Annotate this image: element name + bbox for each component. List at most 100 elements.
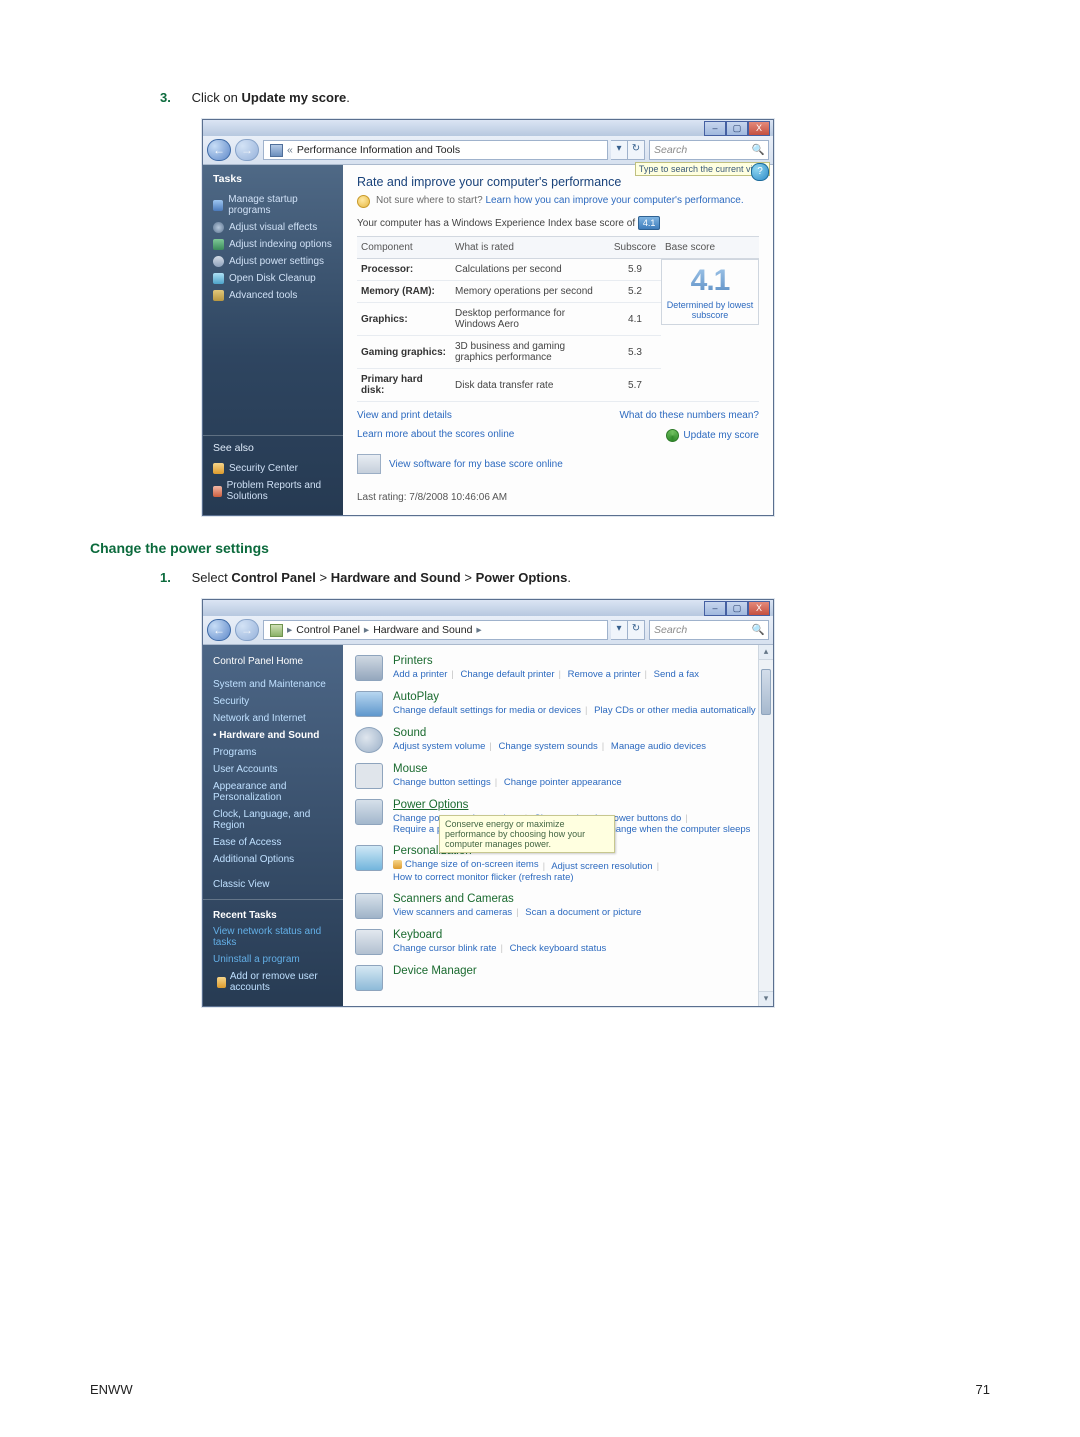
row-gaming-score: 5.3: [609, 336, 661, 369]
location-icon: [270, 144, 283, 157]
cat-mouse-title[interactable]: Mouse: [393, 763, 763, 775]
breadcrumb-dropdown[interactable]: ▾: [611, 620, 628, 640]
footer-page-number: 71: [976, 1382, 990, 1397]
nav-classic-view[interactable]: Classic View: [213, 879, 335, 890]
printers-default[interactable]: Change default printer: [461, 669, 555, 680]
personal-size-items[interactable]: Change size of on-screen items: [393, 859, 539, 870]
cat-sound-title[interactable]: Sound: [393, 727, 763, 739]
link-learn-more-online[interactable]: Learn more about the scores online: [357, 429, 514, 442]
tools-icon: [213, 290, 224, 301]
search-input[interactable]: Search 🔍 Type to search the current view…: [649, 140, 769, 160]
close-button[interactable]: X: [748, 601, 770, 616]
keyboard-blink[interactable]: Change cursor blink rate: [393, 943, 497, 954]
see-also-problem-reports[interactable]: Problem Reports and Solutions: [213, 480, 335, 502]
nav-appearance[interactable]: Appearance and Personalization: [213, 781, 335, 803]
scroll-down-arrow[interactable]: ▾: [759, 991, 773, 1006]
back-button[interactable]: ←: [207, 139, 231, 161]
maximize-button[interactable]: ▢: [726, 121, 748, 136]
task-disk-cleanup[interactable]: Open Disk Cleanup: [213, 273, 335, 284]
close-button[interactable]: X: [748, 121, 770, 136]
cp-main-pane: ▴ ▾ Printers Add a printer| Change defau…: [343, 645, 773, 1006]
nav-ease-of-access[interactable]: Ease of Access: [213, 837, 335, 848]
sound-volume[interactable]: Adjust system volume: [393, 741, 485, 752]
scanners-view[interactable]: View scanners and cameras: [393, 907, 512, 918]
autoplay-play[interactable]: Play CDs or other media automatically: [594, 705, 756, 716]
task-visual-effects[interactable]: Adjust visual effects: [213, 222, 335, 233]
breadcrumb[interactable]: ▸ Control Panel ▸ Hardware and Sound ▸: [263, 620, 608, 640]
refresh-button[interactable]: ↻: [628, 620, 645, 640]
recent-view-network-status[interactable]: View network status and tasks: [213, 926, 335, 948]
row-gaming-desc: 3D business and gaming graphics performa…: [451, 336, 609, 369]
nav-programs[interactable]: Programs: [213, 747, 335, 758]
personal-resolution[interactable]: Adjust screen resolution: [551, 861, 652, 872]
mouse-pointer[interactable]: Change pointer appearance: [504, 777, 622, 788]
see-also-security-center[interactable]: Security Center: [213, 463, 335, 474]
step-number: 3.: [160, 90, 188, 105]
cat-power-title[interactable]: Power Options: [393, 799, 763, 811]
task-power-settings[interactable]: Adjust power settings: [213, 256, 335, 267]
scroll-thumb[interactable]: [761, 669, 771, 715]
task-advanced-tools[interactable]: Advanced tools: [213, 290, 335, 301]
nav-security[interactable]: Security: [213, 696, 335, 707]
shield-icon: [393, 860, 402, 869]
nav-cp-home[interactable]: Control Panel Home: [213, 656, 335, 667]
refresh-button[interactable]: ↻: [628, 140, 645, 160]
printers-fax[interactable]: Send a fax: [654, 669, 699, 680]
cat-scanners-title[interactable]: Scanners and Cameras: [393, 893, 763, 905]
cat-device-manager-title[interactable]: Device Manager: [393, 965, 763, 977]
power-sleep[interactable]: Change when the computer sleeps: [604, 824, 751, 835]
link-what-numbers-mean[interactable]: What do these numbers mean?: [619, 410, 759, 421]
recent-add-remove-accounts[interactable]: Add or remove user accounts: [213, 971, 335, 993]
scanners-scan[interactable]: Scan a document or picture: [525, 907, 641, 918]
breadcrumb-dropdown[interactable]: ▾: [611, 140, 628, 160]
link-view-print-details[interactable]: View and print details: [357, 410, 452, 421]
scroll-up-arrow[interactable]: ▴: [759, 645, 773, 660]
forward-button[interactable]: →: [235, 619, 259, 641]
nav-hardware-and-sound[interactable]: Hardware and Sound: [213, 730, 335, 741]
link-view-software[interactable]: View software for my base score online: [357, 454, 759, 474]
breadcrumb[interactable]: « Performance Information and Tools: [263, 140, 608, 160]
autoplay-defaults[interactable]: Change default settings for media or dev…: [393, 705, 581, 716]
row-graphics-desc: Desktop performance for Windows Aero: [451, 303, 609, 336]
power-icon: [355, 799, 383, 825]
mouse-buttons[interactable]: Change button settings: [393, 777, 491, 788]
cat-power-options: Power Options Change power-saving settin…: [355, 799, 763, 835]
address-bar: ← → « Performance Information and Tools …: [203, 136, 773, 165]
nav-system-maintenance[interactable]: System and Maintenance: [213, 679, 335, 690]
personal-flicker[interactable]: How to correct monitor flicker (refresh …: [393, 872, 574, 883]
sound-devices[interactable]: Manage audio devices: [611, 741, 706, 752]
nav-clock-language-region[interactable]: Clock, Language, and Region: [213, 809, 335, 831]
see-also-heading: See also: [213, 442, 335, 454]
keyboard-status[interactable]: Check keyboard status: [510, 943, 607, 954]
printers-add[interactable]: Add a printer: [393, 669, 447, 680]
cat-sound: Sound Adjust system volume| Change syste…: [355, 727, 763, 753]
cat-printers-title[interactable]: Printers: [393, 655, 763, 667]
recent-uninstall-program[interactable]: Uninstall a program: [213, 954, 335, 965]
address-bar: ← → ▸ Control Panel ▸ Hardware and Sound…: [203, 616, 773, 645]
task-manage-startup[interactable]: Manage startup programs: [213, 194, 335, 216]
cat-device-manager: Device Manager: [355, 965, 763, 991]
minimize-button[interactable]: –: [704, 601, 726, 616]
cat-keyboard-title[interactable]: Keyboard: [393, 929, 763, 941]
base-score-badge: 4.1: [638, 216, 661, 230]
row-processor-score: 5.9: [609, 259, 661, 281]
nav-network-internet[interactable]: Network and Internet: [213, 713, 335, 724]
nav-additional-options[interactable]: Additional Options: [213, 854, 335, 865]
forward-button[interactable]: →: [235, 139, 259, 161]
help-icon[interactable]: ?: [751, 163, 769, 181]
link-update-my-score[interactable]: Update my score: [666, 429, 759, 442]
index-icon: [213, 239, 224, 250]
sound-sounds[interactable]: Change system sounds: [499, 741, 598, 752]
printers-remove[interactable]: Remove a printer: [568, 669, 641, 680]
maximize-button[interactable]: ▢: [726, 601, 748, 616]
crumb-hardware-and-sound: Hardware and Sound: [373, 624, 472, 636]
task-indexing[interactable]: Adjust indexing options: [213, 239, 335, 250]
hint-link[interactable]: Learn how you can improve your computer'…: [486, 195, 744, 206]
nav-user-accounts[interactable]: User Accounts: [213, 764, 335, 775]
breadcrumb-text: Performance Information and Tools: [297, 144, 460, 156]
row-processor-desc: Calculations per second: [451, 259, 609, 281]
cat-autoplay-title[interactable]: AutoPlay: [393, 691, 763, 703]
minimize-button[interactable]: –: [704, 121, 726, 136]
search-input[interactable]: Search 🔍: [649, 620, 769, 640]
back-button[interactable]: ←: [207, 619, 231, 641]
